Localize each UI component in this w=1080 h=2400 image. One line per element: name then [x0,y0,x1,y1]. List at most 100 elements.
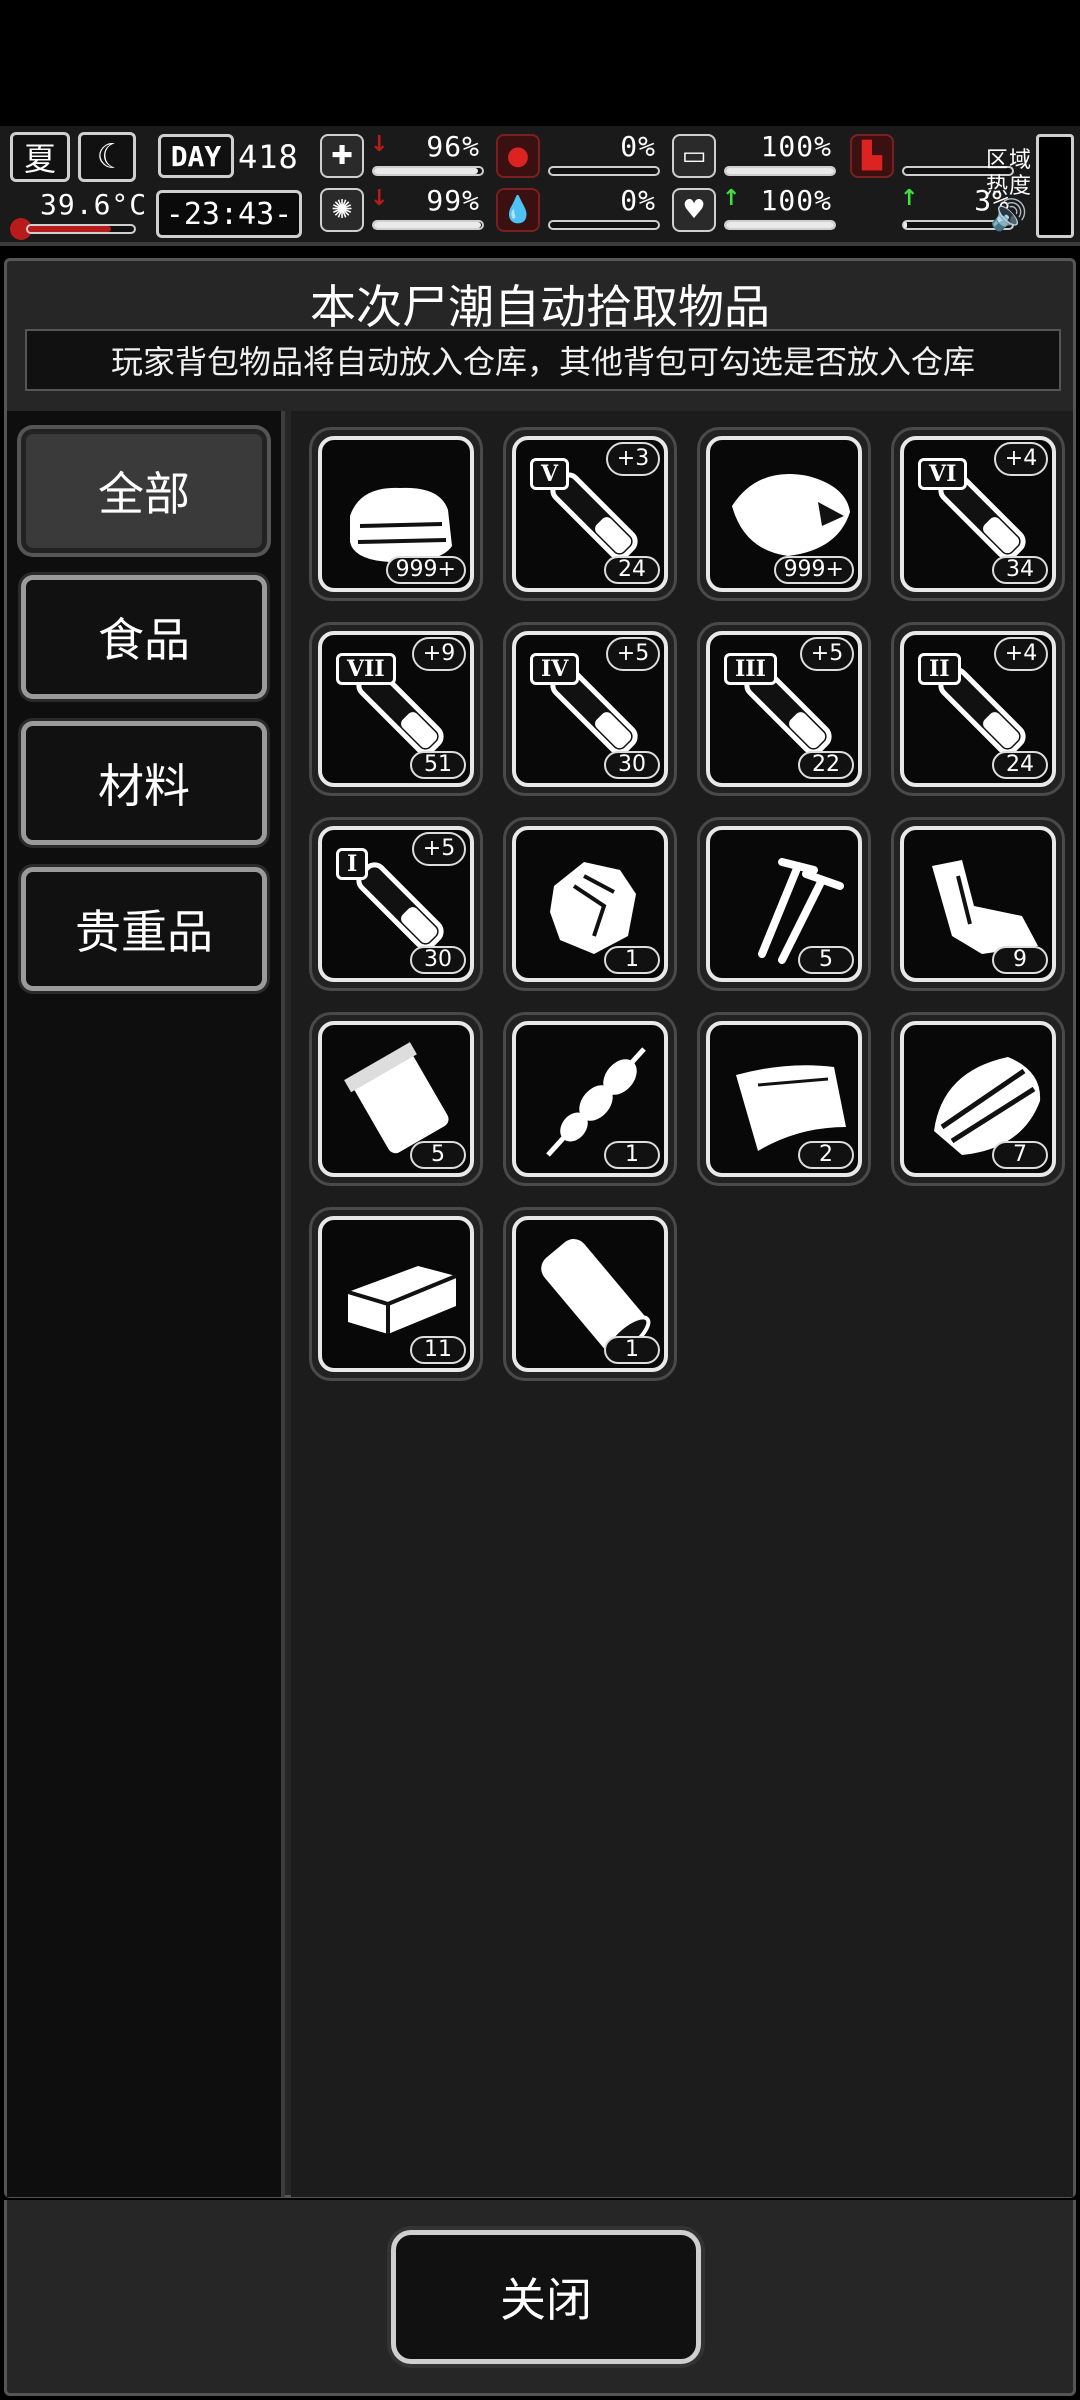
item-count: 5 [798,946,854,974]
item-slot[interactable]: 9 [891,817,1065,991]
item-count: 22 [798,751,854,779]
stat-bar [372,220,484,230]
bonus-badge: +5 [412,832,466,866]
day-label: DAY [170,139,222,173]
panel-title: 本次尸潮自动拾取物品 [310,280,770,334]
item-count: 999+ [385,556,466,584]
item-frame: 7 [900,1021,1056,1177]
category-sidebar: 全部 食品 材料 贵重品 [7,411,285,2197]
bonus-badge: +4 [994,442,1048,476]
stat-value: 100% [760,130,832,163]
item-slot[interactable]: IV +5 30 [503,622,677,796]
stat-bar [724,166,836,176]
stomach-icon: ● [496,134,540,178]
item-frame: VII +9 51 [318,631,474,787]
item-slot[interactable]: 5 [697,817,871,991]
item-count: 24 [992,751,1048,779]
item-count: 1 [604,946,660,974]
item-slot[interactable]: III +5 22 [697,622,871,796]
item-slot[interactable]: 999+ [697,427,871,601]
item-frame: VI +4 34 [900,436,1056,592]
bonus-badge: +3 [606,442,660,476]
close-button[interactable]: 关闭 [391,2230,701,2364]
temperature-bar [26,224,136,234]
stat-bar [548,166,660,176]
status-bar-area [0,0,1080,126]
stat-bar [548,220,660,230]
item-frame: 999+ [706,436,862,592]
heart-icon: ♥ [672,188,716,232]
stat-bar [724,220,836,230]
moon-icon: ☾ [78,132,136,182]
item-slot[interactable]: VII +9 51 [309,622,483,796]
item-slot[interactable]: II +4 24 [891,622,1065,796]
screen: 夏 ☾ 39.6°C DAY 418 -23:43- ✚ ↓ 96% ● 0% ▭ 100%… [0,0,1080,2400]
item-slot[interactable]: VI +4 34 [891,427,1065,601]
tier-badge: I [336,848,369,880]
item-frame: 1 [512,1216,668,1372]
item-slot[interactable]: 11 [309,1207,483,1381]
tab-food[interactable]: 食品 [21,575,267,699]
item-frame: 9 [900,826,1056,982]
tab-food-label: 食品 [98,613,190,667]
tier-badge: V [530,458,570,490]
stat-value: 99% [426,184,480,217]
bonus-badge: +9 [412,637,466,671]
boot-icon: ▙ [850,134,894,178]
day-number: 418 [238,138,299,176]
item-count: 1 [604,1336,660,1364]
item-count: 5 [410,1141,466,1169]
item-slot[interactable]: 1 [503,1207,677,1381]
item-slot[interactable]: 7 [891,1012,1065,1186]
item-slot[interactable]: I +5 30 [309,817,483,991]
brain-icon: ✺ [320,188,364,232]
speaker-icon[interactable]: 🔊 [990,198,1027,233]
clock-text: -23:43- [165,196,293,232]
stat-bar [372,166,484,176]
stat-value: 100% [760,184,832,217]
bottom-bar: 关闭 [4,2200,1076,2396]
item-count: 11 [410,1336,466,1364]
item-frame: II +4 24 [900,631,1056,787]
item-frame: 999+ [318,436,474,592]
season-badge: 夏 [10,132,70,182]
tab-all[interactable]: 全部 [21,429,267,553]
bonus-badge: +5 [800,637,854,671]
blood-drop-icon: 💧 [496,188,540,232]
item-grid: 999+ V +3 24 999+ VI +4 34 VII +9 51 IV +5 30 III +5 22 I… [291,411,1073,2197]
item-frame: I +5 30 [318,826,474,982]
tab-materials[interactable]: 材料 [21,721,267,845]
item-slot[interactable]: 999+ [309,427,483,601]
item-count: 51 [410,751,466,779]
item-slot[interactable]: V +3 24 [503,427,677,601]
close-button-label: 关闭 [500,2273,592,2327]
medkit-icon: ✚ [320,134,364,178]
day-badge: DAY [158,134,234,178]
auto-pickup-panel: 本次尸潮自动拾取物品 玩家背包物品将自动放入仓库，其他背包可勾选是否放入仓库 全… [4,258,1076,2198]
item-frame: 1 [512,1021,668,1177]
tier-badge: III [724,653,777,685]
item-frame: III +5 22 [706,631,862,787]
zone-heat-label-2: 热度 [986,174,1033,199]
tier-badge: II [918,653,961,685]
bonus-badge: +5 [606,637,660,671]
tier-badge: VII [336,653,396,685]
item-slot[interactable]: 1 [503,817,677,991]
tier-badge: VI [918,458,968,490]
item-slot[interactable]: 5 [309,1012,483,1186]
bonus-badge: +4 [994,637,1048,671]
tab-materials-label: 材料 [98,759,190,813]
tab-valuables-label: 贵重品 [75,905,213,959]
tab-valuables[interactable]: 贵重品 [21,867,267,991]
item-frame: 2 [706,1021,862,1177]
survival-hud: 夏 ☾ 39.6°C DAY 418 -23:43- ✚ ↓ 96% ● 0% ▭ 100%… [0,126,1080,246]
item-count: 30 [410,946,466,974]
stat-value: 0% [620,130,656,163]
item-count: 34 [992,556,1048,584]
panel-subtitle: 玩家背包物品将自动放入仓库，其他背包可勾选是否放入仓库 [25,329,1061,391]
item-slot[interactable]: 1 [503,1012,677,1186]
season-label: 夏 [23,140,56,178]
temperature-text: 39.6°C [40,188,148,221]
item-slot[interactable]: 2 [697,1012,871,1186]
item-count: 30 [604,751,660,779]
